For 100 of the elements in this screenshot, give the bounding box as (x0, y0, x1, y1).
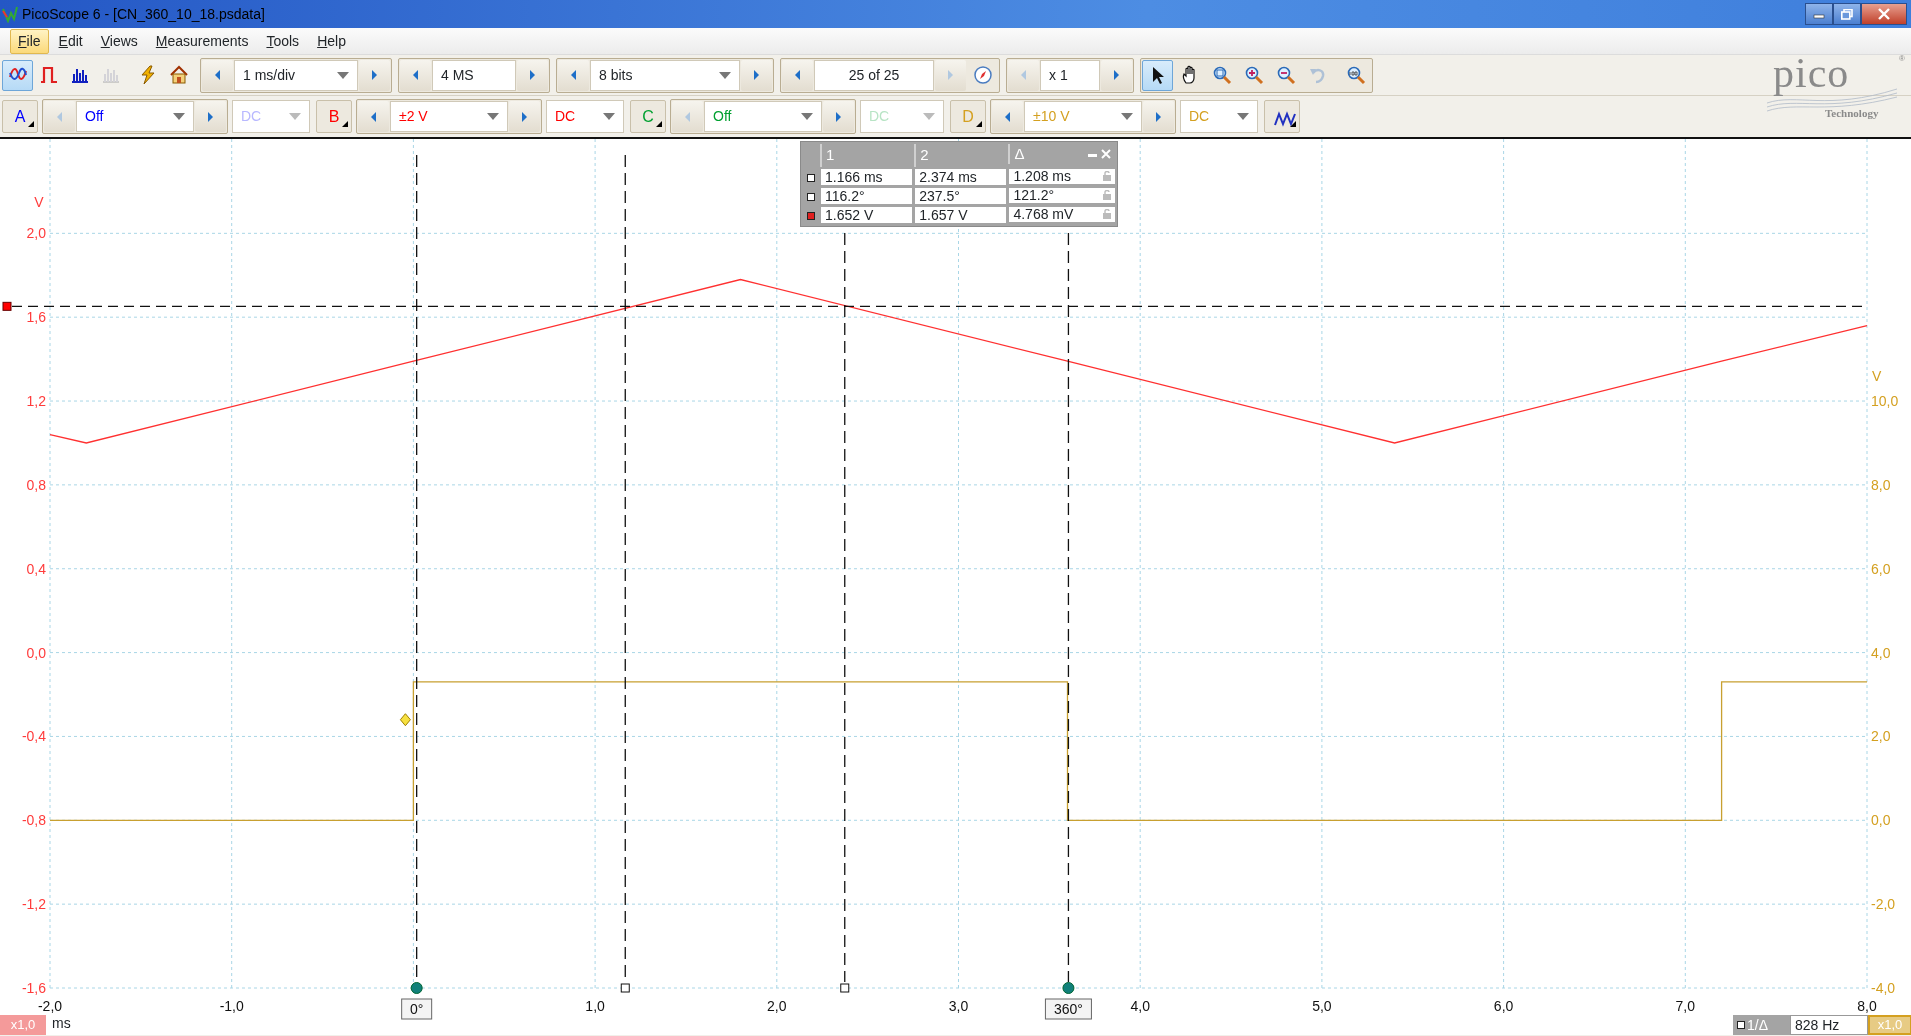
axis-label: 2,0 (26, 225, 46, 242)
cursor-handle[interactable] (410, 982, 423, 994)
column-header: 1 (826, 146, 835, 163)
magnifier-icon (1345, 65, 1366, 85)
readout-label: 1/Δ (1747, 1015, 1769, 1035)
next-button[interactable] (517, 59, 548, 91)
left-arrow-icon (793, 69, 802, 81)
left-arrow-icon (1019, 69, 1028, 81)
caret-icon (173, 113, 185, 120)
zoom-field[interactable]: x 1 (1040, 59, 1100, 91)
previous-button[interactable] (782, 59, 813, 91)
pulse-icon (38, 65, 59, 85)
timebase-dropdown[interactable]: 1 ms/div (234, 59, 358, 91)
axis-unit: V (1872, 368, 1882, 385)
cursor-line[interactable] (1067, 232, 1070, 983)
cursor-handle[interactable] (620, 983, 630, 993)
next-button[interactable] (1143, 101, 1174, 132)
zoom-in-icon (1243, 65, 1264, 85)
previous-button[interactable] (400, 59, 431, 91)
cursor-handle[interactable] (2, 301, 12, 311)
corner-triangle-icon (1290, 121, 1296, 127)
minimize-button[interactable] (1805, 3, 1833, 25)
axis-label: -2,0 (37, 998, 63, 1014)
next-button[interactable] (823, 101, 854, 132)
table-cell: 4.768 mV (1013, 206, 1074, 222)
axis-label: 7,0 (1675, 998, 1696, 1014)
menu-item[interactable]: Tools (258, 28, 308, 54)
samples-field[interactable]: 4 MS (432, 59, 516, 91)
next-button[interactable] (1101, 59, 1132, 91)
axis-label: 6,0 (1871, 560, 1891, 577)
menu-item[interactable]: File (10, 28, 49, 54)
next-button[interactable] (195, 101, 226, 132)
coupling-dropdown[interactable]: DC (546, 100, 624, 133)
axis-label: 8,0 (1857, 998, 1877, 1014)
menu-item[interactable]: Measurements (147, 28, 257, 54)
caret-icon (487, 113, 499, 120)
next-button[interactable] (509, 101, 540, 132)
corner-triangle-icon (342, 121, 348, 127)
math-channel-button[interactable] (1264, 100, 1300, 133)
axis-label: 4,0 (1871, 644, 1891, 661)
scope-mode-button[interactable] (2, 59, 33, 91)
menu-item[interactable]: Help (309, 28, 354, 54)
previous-button[interactable] (358, 101, 389, 132)
caret-icon (337, 71, 349, 79)
axis-label: 0,8 (26, 476, 46, 493)
marker-icon (1737, 1021, 1745, 1029)
registered-mark: ® (1899, 53, 1905, 65)
table-cell: 1.208 ms (1013, 168, 1072, 184)
column-header: Δ (1014, 143, 1025, 164)
home-icon (168, 65, 189, 85)
table-cell: 1.166 ms (825, 168, 883, 185)
axis-label: -1,6 (21, 980, 46, 996)
caret-icon (923, 113, 935, 120)
pointer-tool-button[interactable] (1142, 59, 1173, 91)
axis-label: -0,8 (21, 812, 46, 829)
logo-tagline: Technology (1825, 106, 1879, 121)
left-arrow-icon (55, 110, 64, 123)
cursor-handle[interactable] (1062, 982, 1075, 994)
axis-label: 2,0 (1871, 728, 1891, 745)
next-button[interactable] (359, 59, 390, 91)
range-dropdown[interactable]: Off (76, 101, 194, 132)
trigger-marker[interactable] (399, 713, 411, 727)
zoom-out-icon (1275, 65, 1296, 85)
axis-unit: ms (52, 1014, 71, 1033)
previous-button[interactable] (992, 101, 1023, 132)
resolution-dropdown[interactable]: 8 bits (590, 59, 740, 91)
table-cell: 121.2° (1013, 187, 1055, 203)
axis-label: 5,0 (1312, 998, 1332, 1014)
restore-button[interactable] (1833, 3, 1861, 25)
close-button[interactable] (1861, 3, 1907, 25)
next-button[interactable] (741, 59, 772, 91)
axis-label: -1,2 (21, 896, 46, 913)
corner-triangle-icon (976, 121, 982, 127)
cursor-line[interactable] (844, 232, 846, 983)
menu-item[interactable]: Views (92, 28, 146, 54)
cursor-handle[interactable] (840, 983, 850, 993)
left-arrow-icon (369, 110, 378, 123)
axis-label: 0,4 (26, 560, 46, 577)
axis-label: 10,0 (1871, 393, 1899, 410)
corner-triangle-icon (656, 121, 662, 127)
axis-label: 3,0 (948, 998, 969, 1014)
restore-icon (1841, 8, 1853, 20)
caret-icon (801, 113, 813, 120)
channel-button[interactable]: A (2, 100, 38, 133)
range-dropdown[interactable]: Off (704, 101, 822, 132)
close-icon (1878, 8, 1890, 20)
scale-badge: x1,0 (1868, 1015, 1911, 1035)
caret-icon (1237, 113, 1249, 120)
axis-label: 4,0 (1130, 998, 1150, 1014)
range-dropdown[interactable]: ±2 V (390, 101, 508, 132)
previous-button[interactable] (558, 59, 589, 91)
magnifier-icon (1211, 65, 1232, 85)
lock-icon (1103, 190, 1111, 200)
math-wave-icon (1274, 111, 1296, 127)
axis-label: -2,0 (1871, 896, 1896, 913)
previous-button[interactable] (202, 59, 233, 91)
column-header: 2 (920, 146, 929, 163)
buffer-field[interactable]: 25 of 25 (814, 59, 934, 91)
menu-item[interactable]: Edit (50, 28, 91, 54)
phase-label: 360° (1044, 998, 1092, 1020)
